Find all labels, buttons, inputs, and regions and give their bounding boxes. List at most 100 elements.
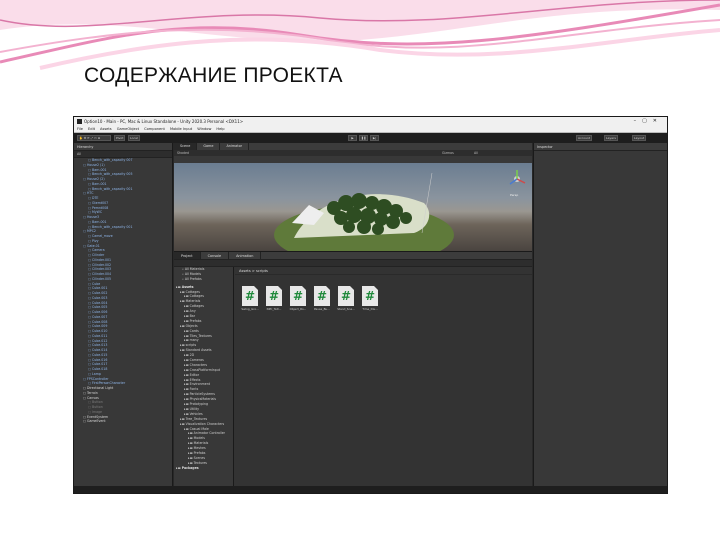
- persp-label[interactable]: Persp: [510, 193, 518, 197]
- scene-viewport[interactable]: Persp: [174, 163, 532, 251]
- scene-tab[interactable]: Scene: [174, 143, 198, 150]
- hierarchy-item-label: Barn.001: [92, 181, 107, 186]
- hierarchy-item-label: House2 (1): [87, 162, 105, 167]
- inspector-panel: Inspector: [533, 143, 667, 493]
- hierarchy-item-label: House3: [87, 215, 100, 219]
- hierarchy-item-label: DTE: [92, 196, 99, 200]
- main-toolbar: ✋ ✥ ⟳ ⤢ ▭ ⊕ Pivot Local ▶ ❚❚ ▶| Account …: [74, 133, 667, 143]
- script-asset[interactable]: # Time_Dis...: [361, 286, 379, 311]
- hierarchy-item-label: Gate.01: [87, 243, 100, 248]
- gizmos-dropdown[interactable]: Gizmos: [442, 150, 454, 156]
- folder-label: Cameras: [189, 358, 204, 363]
- unity-editor-screenshot: Option10 - Main - PC, Mac & Linux Standa…: [73, 116, 668, 494]
- slide-title: СОДЕРЖАНИЕ ПРОЕКТА: [84, 64, 343, 87]
- asset-label: Time_Dis...: [362, 307, 378, 311]
- folder-label: Packages: [181, 465, 199, 470]
- script-asset[interactable]: # Pause_Bu...: [313, 286, 331, 311]
- folder-label: Prefabs: [189, 318, 202, 323]
- hierarchy-item-label: Cilinder: [92, 253, 105, 257]
- folder-label: Utility: [189, 406, 200, 411]
- menu-bar: File Edit Assets GameObject Component Mobile …: [74, 126, 667, 133]
- folder-label: Bar: [189, 314, 196, 319]
- project-tab[interactable]: Project: [174, 252, 201, 259]
- script-asset[interactable]: # Stand_Sna...: [337, 286, 355, 311]
- account-dropdown[interactable]: Account: [576, 135, 593, 141]
- hierarchy-item-label: Button: [92, 405, 103, 409]
- scene-tab[interactable]: Animator: [220, 143, 250, 150]
- scene-tabs: Scene Game Animator: [174, 143, 532, 150]
- shading-dropdown[interactable]: Shaded: [177, 151, 189, 155]
- menu-item[interactable]: Assets: [100, 126, 112, 132]
- menu-item[interactable]: Mobile Input: [170, 126, 192, 132]
- scene-panel: Scene Game Animator Shaded Gizmos All Pe…: [174, 143, 532, 251]
- step-button[interactable]: ▶|: [370, 135, 379, 141]
- menu-item[interactable]: GameObject: [117, 126, 139, 132]
- scene-search-input[interactable]: All: [474, 150, 478, 156]
- hierarchy-item-label: Cilinder.001: [92, 257, 112, 262]
- hierarchy-item-label: FirstPersonCharacter: [92, 381, 126, 386]
- hierarchy-list: ▢ Bench_with_capacity 007 ▢ House2 (1) ▢ B…: [74, 158, 172, 424]
- menu-item[interactable]: Edit: [88, 126, 95, 132]
- window-title: Option10 - Main - PC, Mac & Linux Standa…: [84, 119, 244, 124]
- menu-item[interactable]: File: [77, 126, 83, 132]
- folder-item[interactable]: ▸▬ Packages: [174, 466, 233, 471]
- project-tab[interactable]: Console: [201, 252, 230, 259]
- project-toolbar: [174, 260, 532, 267]
- favorite-label: All Models: [184, 271, 202, 276]
- scene-tab[interactable]: Game: [197, 143, 221, 150]
- hierarchy-item-label: Cube.007: [92, 314, 108, 319]
- folder-label: Scenes: [193, 455, 206, 460]
- folder-label: Meshes: [193, 446, 206, 451]
- menu-item[interactable]: Window: [197, 126, 211, 132]
- local-toggle[interactable]: Local: [128, 135, 140, 141]
- hierarchy-item-label: Cube.011: [92, 333, 108, 338]
- folder-label: Animator Controller: [193, 431, 225, 436]
- hierarchy-item-label: Directional Light: [87, 386, 114, 390]
- breadcrumb[interactable]: Assets > scripts: [235, 267, 532, 275]
- favorite-item[interactable]: ⌕ All Prefabs: [174, 277, 233, 282]
- folder-label: Prototyping: [189, 402, 208, 407]
- hierarchy-item-label: Barn.001: [92, 167, 107, 172]
- folder-label: ParticleSystems: [189, 392, 215, 397]
- asset-label: NPC_Tetr...: [266, 307, 282, 311]
- hierarchy-item-label: Bench_with_capacity 007: [92, 158, 133, 162]
- script-asset[interactable]: # Swing_Gro...: [241, 286, 259, 311]
- hierarchy-item-label: Cilinder.002: [92, 262, 112, 267]
- inspector-tab[interactable]: Inspector: [534, 143, 667, 151]
- folder-label: CrossPlatformInput: [189, 367, 221, 372]
- csharp-script-icon: #: [266, 286, 282, 306]
- folder-label: Cottages: [189, 304, 204, 309]
- folder-label: Fonts: [189, 387, 199, 392]
- folder-label: Tree_Textures: [185, 416, 208, 421]
- folder-label: Cards: [189, 328, 199, 333]
- layout-dropdown[interactable]: Layout: [632, 135, 647, 141]
- menu-item[interactable]: Component: [144, 126, 165, 132]
- csharp-script-icon: #: [314, 286, 330, 306]
- scene-render: [274, 170, 526, 251]
- project-folder-tree: ⌕ All Materials ⌕ All Models ⌕ All Prefabs…: [174, 267, 234, 493]
- hierarchy-item-label: Cube.001: [92, 286, 108, 291]
- hierarchy-item-label: Cube.014: [92, 348, 108, 352]
- hierarchy-tab[interactable]: Hierarchy: [74, 143, 172, 151]
- play-button[interactable]: ▶: [348, 135, 357, 141]
- orientation-gizmo[interactable]: [509, 170, 526, 185]
- hierarchy-search-input[interactable]: All: [74, 151, 172, 158]
- project-tab[interactable]: Animation: [229, 252, 262, 259]
- csharp-script-icon: #: [338, 286, 354, 306]
- transform-tools[interactable]: ✋ ✥ ⟳ ⤢ ▭ ⊕: [77, 135, 111, 141]
- hierarchy-item-label: Canvas: [87, 395, 99, 400]
- hierarchy-item-label: Cube.002: [92, 291, 108, 295]
- pause-button[interactable]: ❚❚: [359, 135, 368, 141]
- hierarchy-item-label: Cube.008: [92, 319, 108, 324]
- folder-label: Assets: [181, 284, 194, 289]
- menu-item[interactable]: Help: [216, 126, 224, 132]
- favorite-label: All Prefabs: [184, 276, 202, 281]
- pivot-toggle[interactable]: Pivot: [114, 135, 126, 141]
- script-asset[interactable]: # NPC_Tetr...: [265, 286, 283, 311]
- script-asset[interactable]: # Object_Ro...: [289, 286, 307, 311]
- window-controls[interactable]: –▢✕: [634, 117, 663, 126]
- layers-dropdown[interactable]: Layers: [604, 135, 618, 141]
- project-content: Assets > scripts # Swing_Gro... # NPC_Tetr.…: [235, 267, 532, 493]
- folder-label: Cottages: [185, 289, 200, 294]
- hierarchy-item[interactable]: ▢ GameEvent: [74, 419, 172, 424]
